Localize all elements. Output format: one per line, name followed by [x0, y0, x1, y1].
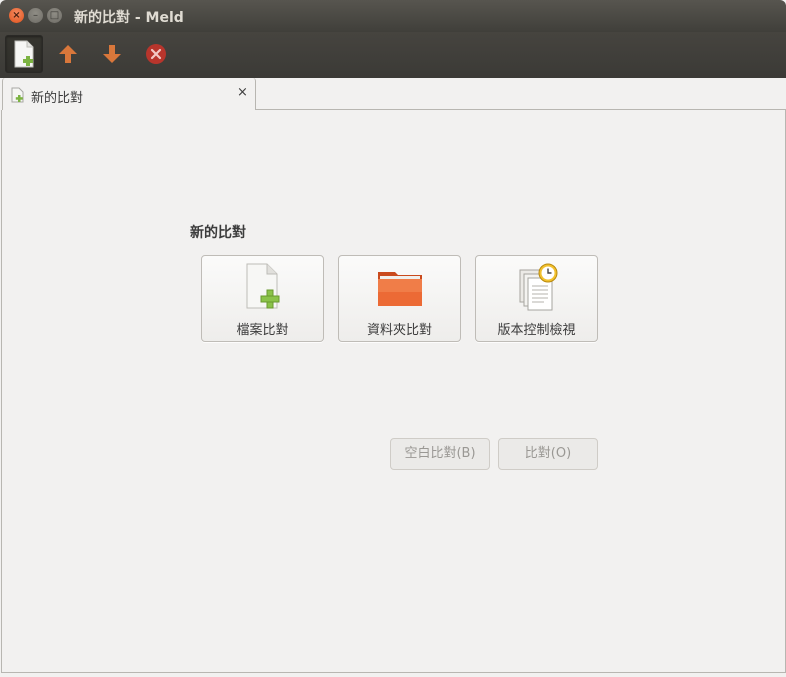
tab-close-button[interactable]: × — [237, 85, 248, 100]
window-close-button[interactable]: × — [9, 8, 24, 23]
new-comparison-button[interactable] — [5, 35, 43, 73]
version-control-button[interactable]: 版本控制檢視 — [475, 255, 598, 342]
window-minimize-button[interactable]: – — [28, 8, 43, 23]
version-control-label: 版本控制檢視 — [497, 323, 576, 338]
folder-comparison-label: 資料夾比對 — [366, 323, 432, 338]
notebook: 新的比對 × 新的比對 檔案比對 資料夾比對 版本控制檢視 空白比對(B) 比對… — [0, 78, 786, 677]
version-control-icon — [519, 263, 557, 311]
tab-new-comparison[interactable]: 新的比對 × — [2, 78, 256, 110]
new-comparison-icon — [11, 87, 24, 103]
title-bar: × – □ 新的比對 - Meld — [0, 0, 786, 32]
tab-label: 新的比對 — [31, 91, 84, 106]
arrow-down-icon — [103, 45, 121, 63]
blank-comparison-button[interactable]: 空白比對(B) — [390, 438, 490, 470]
stop-button[interactable] — [137, 35, 175, 73]
window-maximize-button[interactable]: □ — [47, 8, 62, 23]
file-comparison-label: 檔案比對 — [236, 323, 289, 338]
next-change-button[interactable] — [93, 35, 131, 73]
window-title: 新的比對 - Meld — [74, 10, 184, 26]
new-comparison-icon — [14, 40, 34, 68]
previous-change-button[interactable] — [49, 35, 87, 73]
folder-icon — [377, 272, 422, 306]
file-comparison-button[interactable]: 檔案比對 — [201, 255, 324, 342]
new-comparison-page: 新的比對 檔案比對 資料夾比對 版本控制檢視 空白比對(B) 比對(O) — [1, 110, 786, 673]
folder-comparison-button[interactable]: 資料夾比對 — [338, 255, 461, 342]
toolbar — [0, 32, 786, 79]
compare-button[interactable]: 比對(O) — [498, 438, 598, 470]
file-add-icon — [246, 263, 279, 309]
page-heading: 新的比對 — [190, 225, 246, 241]
arrow-up-icon — [59, 45, 77, 63]
stop-icon — [146, 44, 166, 64]
